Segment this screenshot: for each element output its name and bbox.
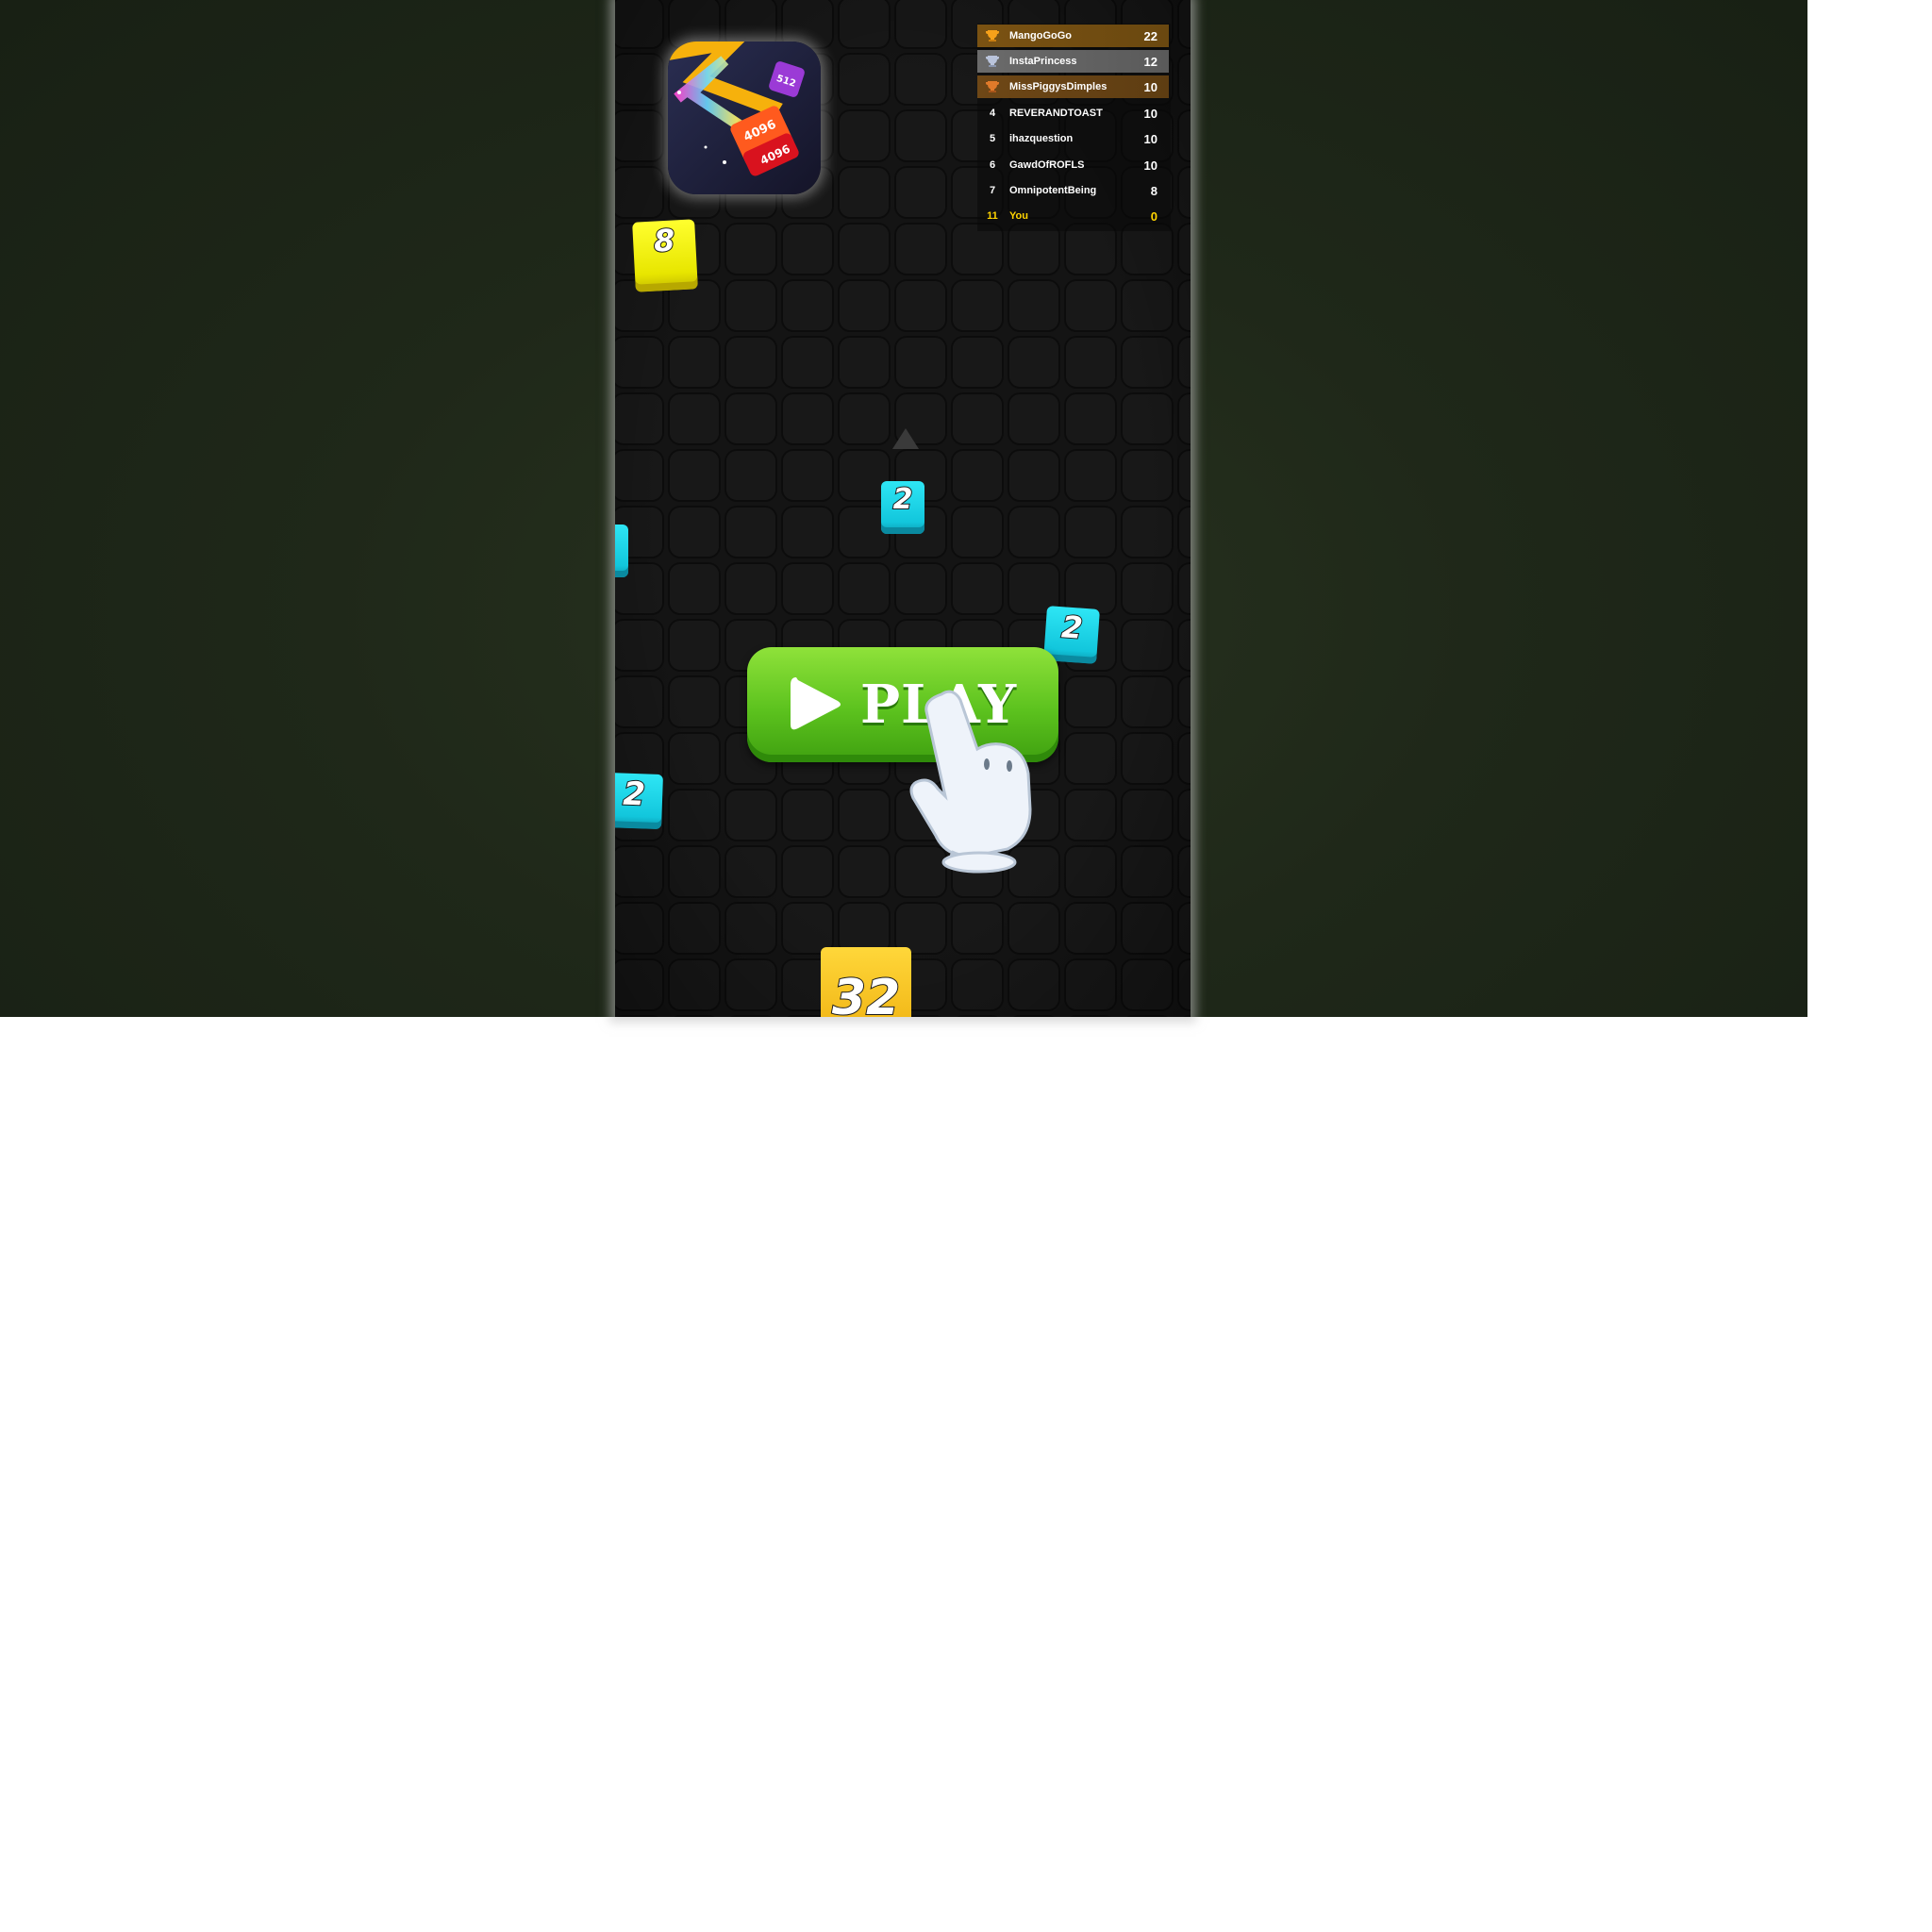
- player-name: GawdOfROFLS: [1009, 159, 1085, 171]
- number-cube-partial: [615, 525, 628, 577]
- player-name: REVERANDTOAST: [1009, 108, 1103, 119]
- player-score: 10: [1143, 131, 1158, 146]
- number-cube-2: 2: [881, 481, 924, 534]
- silver-trophy-icon: [977, 50, 1008, 73]
- player-rank: 6: [989, 159, 996, 171]
- player-name: You: [1009, 210, 1028, 222]
- leaderboard-row: 7 OmnipotentBeing 8: [977, 179, 1169, 202]
- player-name: InstaPrincess: [1009, 56, 1077, 67]
- aim-arrow-icon: [892, 428, 919, 449]
- player-score: 10: [1143, 106, 1158, 121]
- player-score: 12: [1143, 54, 1158, 69]
- number-cube-8: 8: [632, 219, 698, 292]
- leaderboard-row: MissPiggysDimples 10: [977, 75, 1169, 98]
- player-rank: 11: [987, 210, 998, 222]
- game-logo: 512 4096 4096: [668, 42, 821, 194]
- number-cube-32: 32: [821, 947, 911, 1017]
- player-rank: 5: [989, 133, 996, 144]
- player-score: 8: [1150, 183, 1158, 198]
- player-score: 22: [1143, 28, 1158, 43]
- leaderboard: MangoGoGo 22 InstaPrincess 12 MissPiggys…: [977, 24, 1171, 231]
- player-score: 10: [1143, 158, 1158, 173]
- player-score: 0: [1150, 208, 1158, 224]
- number-cube-2: 2: [615, 772, 663, 830]
- tap-hand-icon: [909, 690, 1032, 874]
- gold-trophy-icon: [977, 25, 1008, 47]
- player-rank: 4: [989, 108, 996, 119]
- play-icon: [790, 677, 841, 730]
- leaderboard-row: 5 ihazquestion 10: [977, 127, 1169, 150]
- leaderboard-row: MangoGoGo 22: [977, 25, 1169, 47]
- player-name: OmnipotentBeing: [1009, 185, 1097, 196]
- player-score: 10: [1143, 79, 1158, 94]
- game-board[interactable]: 512 4096 4096 MangoGoGo 22 InstaPrincess…: [615, 0, 1191, 1017]
- player-rank: 7: [989, 185, 996, 196]
- leaderboard-row: InstaPrincess 12: [977, 50, 1169, 73]
- player-name: MissPiggysDimples: [1009, 81, 1108, 92]
- bronze-trophy-icon: [977, 75, 1008, 98]
- player-name: ihazquestion: [1009, 133, 1074, 144]
- leaderboard-row: 6 GawdOfROFLS 10: [977, 154, 1169, 176]
- leaderboard-row: 4 REVERANDTOAST 10: [977, 102, 1169, 125]
- player-name: MangoGoGo: [1009, 30, 1072, 42]
- leaderboard-row-you: 11 You 0: [977, 205, 1169, 227]
